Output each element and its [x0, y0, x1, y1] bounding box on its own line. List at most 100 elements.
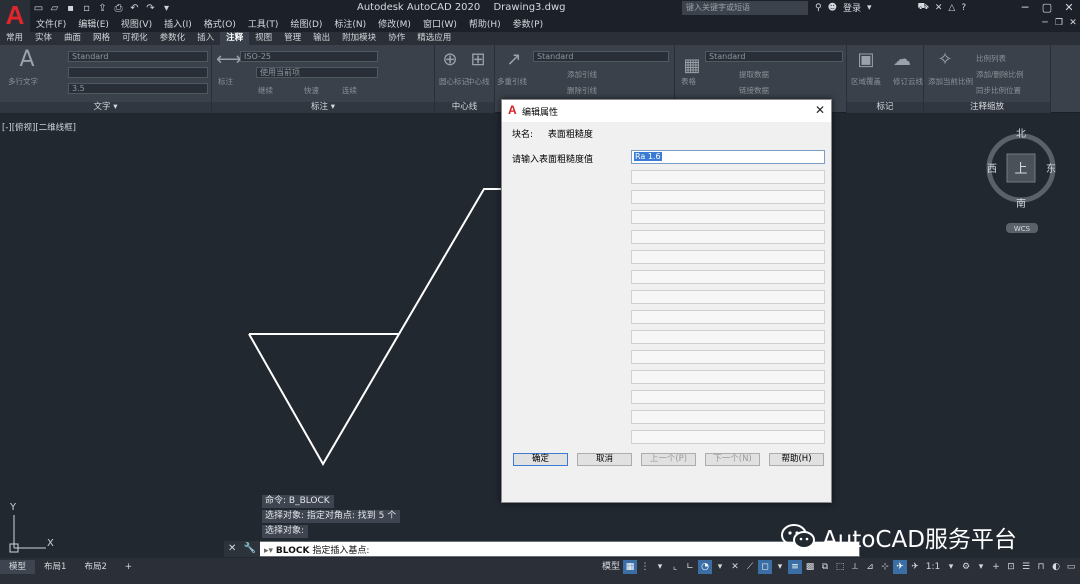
- menu-item[interactable]: 参数(P): [513, 17, 543, 30]
- dynamic-ucs-icon[interactable]: ⟂: [848, 560, 862, 574]
- menu-item[interactable]: 工具(T): [248, 17, 279, 30]
- login-link[interactable]: 登录: [843, 1, 861, 14]
- menu-item[interactable]: 编辑(E): [78, 17, 109, 30]
- exchange-icon[interactable]: ✕: [935, 3, 943, 13]
- save-icon[interactable]: ▪: [65, 3, 76, 14]
- ribbon-tab[interactable]: 注释: [220, 32, 250, 45]
- multileader-icon[interactable]: ↗: [503, 49, 525, 71]
- redo-icon[interactable]: ↷: [145, 3, 156, 14]
- center-mark-icon[interactable]: ⊕: [439, 49, 461, 71]
- centerline-icon[interactable]: ⊞: [467, 49, 489, 71]
- menu-item[interactable]: 帮助(H): [469, 17, 501, 30]
- help-button[interactable]: 帮助(H): [769, 453, 824, 466]
- save-as-icon[interactable]: ▫: [81, 3, 92, 14]
- ribbon-tab[interactable]: 插入: [191, 32, 220, 45]
- auto-scale-icon[interactable]: ✈: [908, 560, 922, 574]
- menu-item[interactable]: 窗口(W): [423, 17, 457, 30]
- alert-icon[interactable]: △: [948, 3, 955, 13]
- ribbon-tab[interactable]: 实体: [29, 32, 58, 45]
- menu-item[interactable]: 格式(O): [204, 17, 236, 30]
- login-dropdown-icon[interactable]: ▾: [867, 3, 872, 13]
- minimize-icon[interactable]: ─: [1014, 0, 1036, 16]
- doc-restore-icon[interactable]: ❐: [1052, 16, 1066, 30]
- open-icon[interactable]: ▱: [49, 3, 60, 14]
- remove-leader[interactable]: 删除引线: [567, 85, 597, 96]
- doc-minimize-icon[interactable]: ─: [1038, 16, 1052, 30]
- sync-scale-position[interactable]: 同步比例位置: [976, 85, 1021, 96]
- viewcube[interactable]: 上 北 南 西 东 WCS: [985, 126, 1057, 236]
- command-recent-icon[interactable]: ▸▾: [264, 546, 273, 556]
- table-label[interactable]: 表格: [681, 76, 696, 87]
- print-icon[interactable]: ⎙: [113, 3, 124, 14]
- snap-icon[interactable]: ⋮: [638, 560, 652, 574]
- tab-model[interactable]: 模型: [0, 560, 36, 574]
- ribbon-tab[interactable]: 视图: [249, 32, 278, 45]
- table-icon[interactable]: ▦: [681, 55, 703, 77]
- ribbon-tab[interactable]: 精选应用: [411, 32, 457, 45]
- units-icon[interactable]: ⊡: [1004, 560, 1018, 574]
- revcloud-label[interactable]: 修订云线: [893, 76, 923, 87]
- ribbon-tab[interactable]: 曲面: [58, 32, 87, 45]
- maximize-icon[interactable]: ▢: [1036, 0, 1058, 16]
- ribbon-tab[interactable]: 输出: [307, 32, 336, 45]
- osnap-icon[interactable]: ◻: [758, 560, 772, 574]
- leader-style-select[interactable]: Standard: [533, 51, 669, 62]
- dimension-panel-title[interactable]: 标注 ▾: [212, 102, 434, 113]
- binoculars-icon[interactable]: ⚲: [815, 3, 822, 13]
- selection-filter-icon[interactable]: ⊿: [863, 560, 877, 574]
- close-commandline-icon[interactable]: ✕: [228, 543, 236, 554]
- dim-quick[interactable]: 快速: [304, 85, 319, 96]
- attribute-value-input[interactable]: Ra 1.6: [631, 150, 825, 164]
- annotation-scale[interactable]: 1:1: [923, 560, 943, 574]
- undo-icon[interactable]: ↶: [129, 3, 140, 14]
- isolate-objects-icon[interactable]: ◐: [1049, 560, 1063, 574]
- next-button[interactable]: 下一个(N): [705, 453, 760, 466]
- add-leader[interactable]: 添加引线: [567, 69, 597, 80]
- share-icon[interactable]: ⇪: [97, 3, 108, 14]
- tab-layout2[interactable]: 布局2: [75, 560, 115, 574]
- snap-dropdown-icon[interactable]: ▾: [653, 560, 667, 574]
- user-icon[interactable]: ☻: [828, 3, 837, 13]
- ribbon-tab[interactable]: 管理: [278, 32, 307, 45]
- workspace-dropdown-icon[interactable]: ▾: [974, 560, 988, 574]
- model-space-toggle[interactable]: 模型: [600, 560, 622, 574]
- annotation-visibility-icon[interactable]: ✈: [893, 560, 907, 574]
- menu-item[interactable]: 视图(V): [121, 17, 152, 30]
- ortho-icon[interactable]: ∟: [683, 560, 697, 574]
- quick-properties-icon[interactable]: ☰: [1019, 560, 1033, 574]
- menu-item[interactable]: 插入(I): [164, 17, 192, 30]
- ribbon-tab[interactable]: 参数化: [154, 32, 192, 45]
- ok-button[interactable]: 确定: [513, 453, 568, 466]
- extract-data[interactable]: 提取数据: [739, 69, 769, 80]
- dim-baseline[interactable]: 连续: [342, 85, 357, 96]
- annotation-monitor-icon[interactable]: +: [989, 560, 1003, 574]
- text-find-input[interactable]: [68, 67, 208, 78]
- transparency-icon[interactable]: ▩: [803, 560, 817, 574]
- center-mark-label[interactable]: 圆心标记: [439, 76, 469, 87]
- link-data[interactable]: 链接数据: [739, 85, 769, 96]
- centerline-label[interactable]: 中心线: [467, 76, 490, 87]
- ribbon-tab[interactable]: 可视化: [116, 32, 154, 45]
- dimension-label[interactable]: 标注: [218, 76, 233, 87]
- add-scale-label[interactable]: 添加当前比例: [928, 76, 973, 87]
- text-height-select[interactable]: 3.5: [68, 83, 208, 94]
- close-icon[interactable]: ✕: [1058, 0, 1080, 16]
- wipeout-label[interactable]: 区域覆盖: [851, 76, 881, 87]
- new-icon[interactable]: ▭: [33, 3, 44, 14]
- add-layout-button[interactable]: +: [116, 560, 141, 574]
- menu-item[interactable]: 修改(M): [378, 17, 411, 30]
- infer-icon[interactable]: ⌞: [668, 560, 682, 574]
- dim-layer-select[interactable]: 使用当前项: [256, 67, 378, 78]
- lineweight-icon[interactable]: ≡: [788, 560, 802, 574]
- hardware-accel-icon[interactable]: ▭: [1064, 560, 1078, 574]
- scale-list[interactable]: 比例列表: [976, 53, 1006, 64]
- customize-icon[interactable]: 🔧: [244, 543, 256, 554]
- polar-dropdown-icon[interactable]: ▾: [713, 560, 727, 574]
- cart-icon[interactable]: ⛟: [918, 2, 929, 13]
- multileader-label[interactable]: 多重引线: [497, 76, 527, 87]
- workspace-gear-icon[interactable]: ⚙: [959, 560, 973, 574]
- grid-icon[interactable]: ▦: [623, 560, 637, 574]
- ribbon-tab[interactable]: 附加模块: [336, 32, 382, 45]
- polar-icon[interactable]: ◔: [698, 560, 712, 574]
- revcloud-icon[interactable]: ☁: [891, 49, 913, 71]
